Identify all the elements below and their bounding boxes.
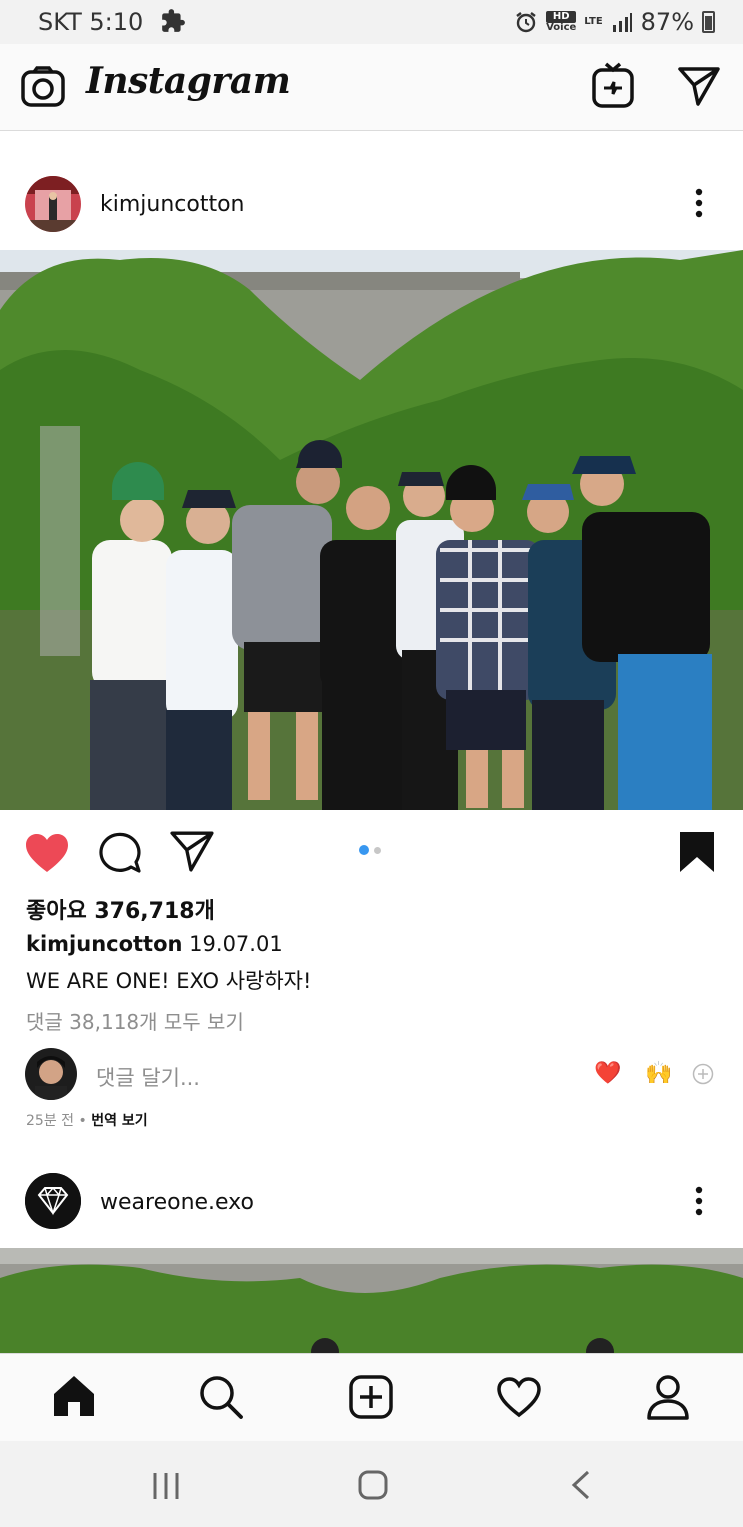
new-post-icon[interactable]	[348, 1374, 394, 1420]
lte-indicator: LTE	[584, 16, 603, 27]
time-ago: 25분 전	[26, 1113, 75, 1129]
carrier-time: SKT 5:10	[38, 8, 144, 36]
recent-apps-icon[interactable]	[150, 1471, 182, 1501]
comment-icon[interactable]	[98, 830, 142, 874]
alarm-icon	[516, 12, 536, 33]
avatar[interactable]	[25, 176, 81, 232]
add-comment-input[interactable]: 댓글 달기...	[96, 1062, 200, 1092]
carousel-dot-active	[359, 845, 369, 855]
instagram-logo: Instagram	[86, 60, 291, 102]
home-icon[interactable]	[52, 1374, 96, 1418]
caption-header: kimjuncotton 19.07.01	[26, 932, 283, 956]
post-meta: 25분 전 • 번역 보기	[26, 1113, 148, 1129]
igtv-icon[interactable]	[592, 62, 634, 108]
status-indicators: HD Voice LTE 87%	[514, 8, 715, 36]
post-header	[0, 132, 743, 250]
carousel-dot	[374, 847, 381, 854]
battery-percent: 87%	[640, 8, 694, 36]
status-bar: SKT 5:10 HD Voice LTE 87%	[0, 0, 743, 44]
post-photo[interactable]	[0, 1248, 743, 1354]
back-icon[interactable]	[568, 1469, 594, 1501]
like-count[interactable]: 좋아요 376,718개	[26, 893, 215, 925]
like-heart-icon[interactable]	[24, 832, 70, 874]
hd-voice-indicator: HD Voice	[546, 11, 577, 33]
second-post-image	[0, 1248, 743, 1354]
bookmark-icon[interactable]	[678, 830, 716, 874]
system-nav-bar	[0, 1441, 743, 1527]
camera-icon[interactable]	[21, 66, 65, 108]
more-options-icon[interactable]	[692, 1186, 706, 1216]
caption-text: WE ARE ONE! EXO 사랑하자!	[26, 969, 312, 993]
search-icon[interactable]	[198, 1374, 244, 1420]
view-all-comments-link[interactable]: 댓글 38,118개 모두 보기	[26, 1006, 244, 1035]
own-avatar-image	[25, 1048, 77, 1100]
diamond-logo-icon	[25, 1173, 81, 1229]
avatar[interactable]	[25, 1173, 81, 1229]
home-button-icon[interactable]	[357, 1469, 389, 1501]
puzzle-icon	[162, 9, 185, 32]
quick-reaction-heart[interactable]: ❤️	[594, 1061, 621, 1086]
post-photo[interactable]	[0, 250, 743, 810]
profile-icon[interactable]	[646, 1374, 690, 1420]
share-icon[interactable]	[170, 830, 214, 872]
post-username[interactable]: weareone.exo	[100, 1190, 254, 1215]
translate-link[interactable]: 번역 보기	[91, 1113, 147, 1129]
caption-username[interactable]: kimjuncotton	[26, 932, 182, 956]
add-reaction-icon[interactable]	[692, 1063, 714, 1085]
caption-date: 19.07.01	[189, 932, 283, 956]
activity-heart-icon[interactable]	[496, 1376, 542, 1418]
avatar-image	[25, 176, 81, 232]
more-options-icon[interactable]	[692, 188, 706, 218]
battery-icon	[702, 11, 715, 33]
bottom-nav	[0, 1353, 743, 1442]
group-photo-image	[0, 250, 743, 810]
own-avatar	[25, 1048, 77, 1100]
direct-message-icon[interactable]	[678, 66, 720, 106]
signal-icon	[612, 13, 632, 32]
carousel-dots	[359, 845, 383, 855]
post-username[interactable]: kimjuncotton	[100, 192, 245, 217]
quick-reaction-raised-hands[interactable]: 🙌	[645, 1061, 672, 1086]
